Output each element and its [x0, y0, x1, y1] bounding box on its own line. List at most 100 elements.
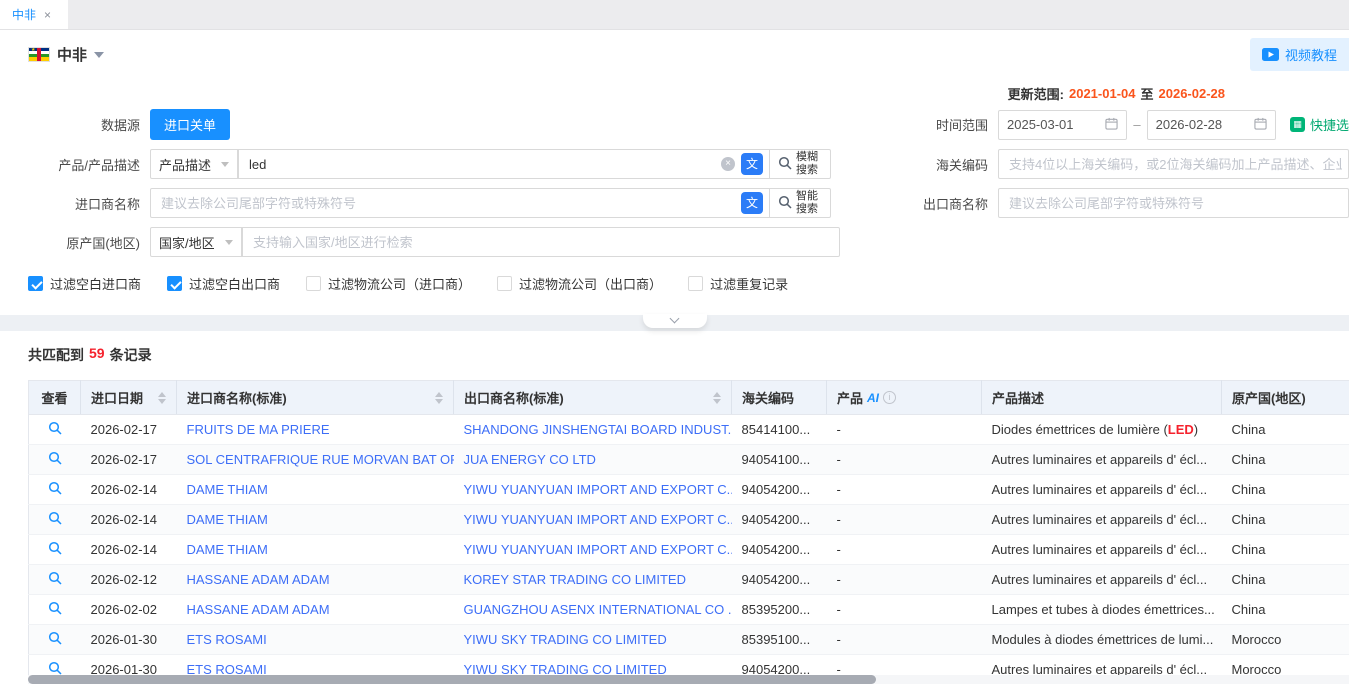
- exporter-link[interactable]: SHANDONG JINSHENGTAI BOARD INDUST...: [464, 422, 732, 437]
- results-count: 59: [89, 345, 105, 365]
- magnifier-icon: [778, 195, 792, 212]
- filter-checkbox-row: 过滤空白进口商 过滤空白出口商 过滤物流公司（进口商） 过滤物流公司（出口商） …: [20, 266, 1349, 295]
- exporter-link[interactable]: YIWU YUANYUAN IMPORT AND EXPORT C...: [464, 542, 732, 557]
- search-highlight: LED: [1168, 422, 1194, 437]
- sort-icons[interactable]: [158, 392, 166, 404]
- importer-link[interactable]: ETS ROSAMI: [187, 632, 267, 647]
- tab-central-africa[interactable]: 中非 ×: [0, 0, 68, 29]
- start-date-input[interactable]: [998, 110, 1127, 140]
- smart-search-button[interactable]: 智能搜索: [770, 188, 831, 218]
- column-header-exporter[interactable]: 出口商名称(标准): [454, 381, 732, 415]
- importer-link[interactable]: HASSANE ADAM ADAM: [187, 602, 330, 617]
- central-african-republic-flag-icon: ★: [28, 47, 50, 62]
- table-row: 2026-02-14 DAME THIAM YIWU YUANYUAN IMPO…: [29, 505, 1349, 535]
- results-panel: 共匹配到 59 条记录 查看 进口日期 进口商名称(标准): [0, 331, 1349, 684]
- tab-close-icon[interactable]: ×: [44, 9, 51, 21]
- column-header-hs-code: 海关编码: [732, 381, 827, 415]
- view-details-button[interactable]: [48, 571, 62, 585]
- importer-cell: ETS ROSAMI: [177, 625, 454, 655]
- column-label: 产品: [837, 388, 863, 407]
- importer-link[interactable]: HASSANE ADAM ADAM: [187, 572, 330, 587]
- view-details-button[interactable]: [48, 631, 62, 645]
- origin-type-select[interactable]: 国家/地区: [150, 227, 242, 257]
- view-details-button[interactable]: [48, 661, 62, 675]
- fuzzy-search-button[interactable]: 模糊搜索: [770, 149, 831, 179]
- data-source-import-button[interactable]: 进口关单: [150, 109, 230, 140]
- origin-type-value: 国家/地区: [159, 233, 215, 252]
- column-header-import-date[interactable]: 进口日期: [81, 381, 177, 415]
- checkbox-label: 过滤物流公司（进口商）: [328, 274, 471, 293]
- chevron-down-icon: [94, 52, 104, 58]
- exporter-link[interactable]: GUANGZHOU ASENX INTERNATIONAL CO ...: [464, 602, 732, 617]
- video-tutorial-button[interactable]: 视频教程: [1250, 38, 1349, 71]
- column-header-importer[interactable]: 进口商名称(标准): [177, 381, 454, 415]
- checkbox-icon[interactable]: [306, 276, 321, 291]
- checkbox-label: 过滤物流公司（出口商）: [519, 274, 662, 293]
- exporter-link[interactable]: YIWU YUANYUAN IMPORT AND EXPORT C...: [464, 482, 732, 497]
- import-date-cell: 2026-02-14: [81, 535, 177, 565]
- quick-select-link[interactable]: ▦ 快捷选: [1290, 115, 1349, 134]
- origin-input-wrap: [242, 227, 840, 257]
- view-cell: [29, 565, 81, 595]
- hs-code-cell: 94054200...: [732, 565, 827, 595]
- checkbox-icon[interactable]: [497, 276, 512, 291]
- end-date-input[interactable]: [1147, 110, 1276, 140]
- hs-code-cell: 94054200...: [732, 475, 827, 505]
- exporter-link[interactable]: JUA ENERGY CO LTD: [464, 452, 596, 467]
- import-date-cell: 2026-02-17: [81, 415, 177, 445]
- sort-icons[interactable]: [713, 392, 721, 404]
- product-ai-cell: -: [827, 625, 982, 655]
- description-cell: Diodes émettrices de lumière (LED): [982, 415, 1222, 445]
- info-icon[interactable]: i: [883, 391, 896, 404]
- view-details-button[interactable]: [48, 481, 62, 495]
- product-search-input[interactable]: [249, 157, 715, 172]
- filter-checkbox[interactable]: 过滤空白出口商: [167, 274, 280, 293]
- checkbox-icon[interactable]: [688, 276, 703, 291]
- hs-code-cell: 85395200...: [732, 595, 827, 625]
- clear-input-icon[interactable]: ×: [721, 157, 735, 171]
- hs-code-cell: 85414100...: [732, 415, 827, 445]
- origin-country-label: 原产国(地区): [20, 233, 140, 252]
- filter-checkbox[interactable]: 过滤重复记录: [688, 274, 788, 293]
- origin-country-input[interactable]: [253, 235, 827, 250]
- view-details-button[interactable]: [48, 601, 62, 615]
- checkbox-icon[interactable]: [28, 276, 43, 291]
- collapse-form-button[interactable]: [643, 314, 707, 328]
- table-row: 2026-02-17 FRUITS DE MA PRIERE SHANDONG …: [29, 415, 1349, 445]
- view-details-button[interactable]: [48, 541, 62, 555]
- importer-link[interactable]: DAME THIAM: [187, 482, 268, 497]
- horizontal-scrollbar-track: [28, 675, 1349, 684]
- summary-prefix: 共匹配到: [28, 345, 84, 365]
- quick-select-label: 快捷选: [1310, 115, 1349, 134]
- exporter-cell: GUANGZHOU ASENX INTERNATIONAL CO ...: [454, 595, 732, 625]
- filter-checkbox[interactable]: 过滤物流公司（出口商）: [497, 274, 662, 293]
- import-date-cell: 2026-02-14: [81, 505, 177, 535]
- start-date-field[interactable]: [1007, 117, 1097, 132]
- summary-suffix: 条记录: [110, 345, 152, 365]
- view-details-button[interactable]: [48, 511, 62, 525]
- checkbox-icon[interactable]: [167, 276, 182, 291]
- app-header: ★ 中非 视频教程: [0, 30, 1349, 78]
- filter-checkbox[interactable]: 过滤空白进口商: [28, 274, 141, 293]
- exporter-link[interactable]: YIWU YUANYUAN IMPORT AND EXPORT C...: [464, 512, 732, 527]
- horizontal-scrollbar-thumb[interactable]: [28, 675, 876, 684]
- importer-link[interactable]: DAME THIAM: [187, 512, 268, 527]
- view-details-button[interactable]: [48, 451, 62, 465]
- importer-input[interactable]: [161, 196, 735, 211]
- country-selector[interactable]: ★ 中非: [28, 44, 104, 65]
- filter-checkbox[interactable]: 过滤物流公司（进口商）: [306, 274, 471, 293]
- sort-icons[interactable]: [435, 392, 443, 404]
- exporter-input[interactable]: [1009, 196, 1342, 211]
- importer-link[interactable]: SOL CENTRAFRIQUE RUE MORVAN BAT OF...: [187, 452, 454, 467]
- exporter-link[interactable]: YIWU SKY TRADING CO LIMITED: [464, 632, 667, 647]
- end-date-field[interactable]: [1156, 117, 1246, 132]
- exporter-link[interactable]: KOREY STAR TRADING CO LIMITED: [464, 572, 686, 587]
- product-type-select[interactable]: 产品描述: [150, 149, 238, 179]
- importer-link[interactable]: FRUITS DE MA PRIERE: [187, 422, 330, 437]
- importer-link[interactable]: DAME THIAM: [187, 542, 268, 557]
- view-details-button[interactable]: [48, 421, 62, 435]
- translate-button[interactable]: 文: [741, 153, 763, 175]
- translate-button[interactable]: 文: [741, 192, 763, 214]
- hs-code-input[interactable]: [1009, 157, 1342, 172]
- description-cell: Autres luminaires et appareils d' écl...: [982, 535, 1222, 565]
